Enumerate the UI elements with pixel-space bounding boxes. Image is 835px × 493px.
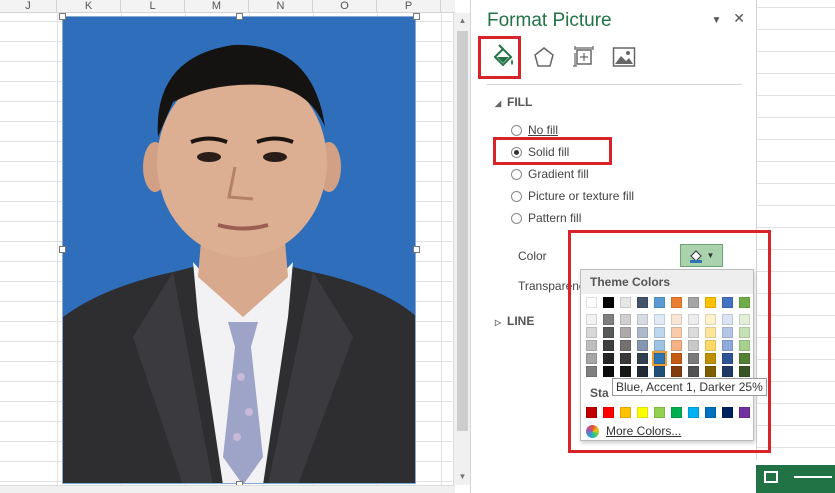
radio-circle [511, 212, 522, 224]
highlight-color-picker [568, 230, 771, 453]
status-bar [756, 465, 835, 493]
scroll-up-icon[interactable]: ▲ [457, 16, 468, 26]
fill-section-header[interactable]: ◢ FILL [495, 95, 534, 109]
column-headers: J K L M N O P [0, 0, 455, 13]
line-section-header[interactable]: ▷ LINE [495, 314, 536, 328]
resize-handle-right[interactable] [413, 246, 420, 253]
radio-label: Gradient fill [528, 167, 589, 181]
radio-label: Pattern fill [528, 211, 582, 225]
column-header-l[interactable]: L [121, 0, 185, 13]
resize-handle-top-right[interactable] [413, 13, 420, 20]
radio-circle [511, 190, 522, 202]
column-header-o[interactable]: O [313, 0, 377, 13]
line-heading-label: LINE [507, 314, 535, 328]
highlight-solid-fill [493, 137, 612, 165]
resize-handle-left[interactable] [59, 246, 66, 253]
radio-pattern-fill[interactable]: Pattern fill [511, 209, 581, 227]
tab-picture[interactable] [609, 42, 639, 72]
radio-circle [511, 124, 522, 136]
pentagon-icon [534, 47, 554, 67]
expand-triangle-icon: ▷ [495, 318, 502, 327]
vertical-scrollbar[interactable]: ▲ ▼ [453, 13, 470, 485]
normal-view-icon[interactable] [764, 471, 778, 483]
highlight-fill-tab [478, 36, 521, 79]
tab-effects[interactable] [529, 42, 559, 72]
pane-controls: ▼ ✕ [703, 10, 745, 27]
pane-options-dropdown-icon[interactable]: ▼ [711, 15, 721, 26]
radio-label: Picture or texture fill [528, 189, 635, 203]
spreadsheet-area: J K L M N O P [0, 0, 455, 493]
column-header-j[interactable]: J [0, 0, 57, 13]
pane-title: Format Picture [487, 10, 612, 31]
column-header-p[interactable]: P [377, 0, 441, 13]
zoom-slider[interactable] [794, 476, 832, 478]
radio-gradient-fill[interactable]: Gradient fill [511, 165, 589, 183]
radio-circle [511, 168, 522, 180]
size-properties-icon [573, 46, 594, 67]
radio-label: No fill [528, 123, 559, 137]
portrait-image [63, 44, 415, 483]
close-icon[interactable]: ✕ [733, 10, 745, 26]
tab-size-properties[interactable] [569, 42, 599, 72]
resize-handle-top[interactable] [236, 13, 243, 20]
fill-heading-label: FILL [507, 95, 533, 109]
radio-picture-texture-fill[interactable]: Picture or texture fill [511, 187, 634, 205]
collapse-triangle-icon: ◢ [495, 99, 502, 108]
column-header-n[interactable]: N [249, 0, 313, 13]
picture-icon [612, 47, 636, 67]
color-label: Color [518, 249, 547, 263]
horizontal-scrollbar[interactable] [0, 485, 455, 493]
resize-handle-top-left[interactable] [59, 13, 66, 20]
pane-divider [487, 84, 742, 85]
column-header-m[interactable]: M [185, 0, 249, 13]
scroll-down-icon[interactable]: ▼ [457, 472, 468, 482]
scroll-thumb[interactable] [457, 31, 468, 431]
selected-picture[interactable] [62, 16, 416, 484]
column-header-k[interactable]: K [57, 0, 121, 13]
